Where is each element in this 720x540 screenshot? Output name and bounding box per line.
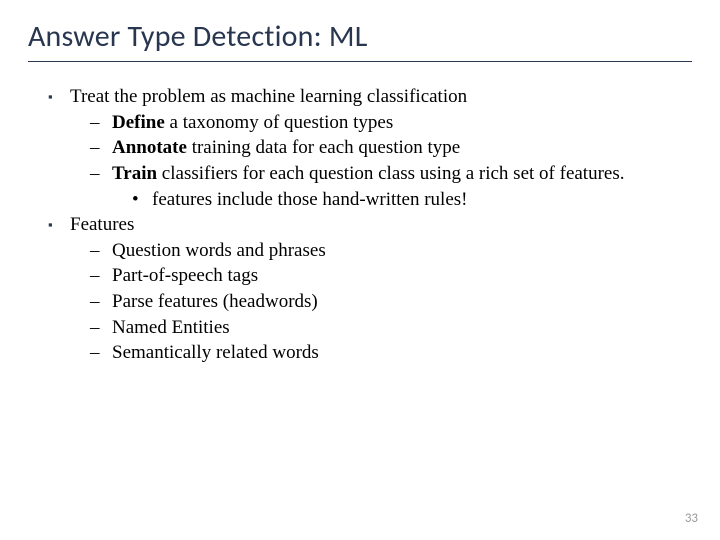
bullet-lvl2: – Semantically related words [34,340,692,366]
bullet-lvl2: – Parse features (headwords) [34,289,692,315]
bullet-lvl1: ▪ Treat the problem as machine learning … [34,84,692,110]
bullet-lvl2: – Train classifiers for each question cl… [34,161,692,187]
bullet-text: Features [70,212,692,238]
dot-bullet-icon: • [132,187,152,213]
dash-bullet-icon: – [90,110,112,136]
slide-body: ▪ Treat the problem as machine learning … [28,84,692,366]
square-bullet-icon: ▪ [48,84,70,110]
dash-bullet-icon: – [90,263,112,289]
dash-bullet-icon: – [90,340,112,366]
dash-bullet-icon: – [90,238,112,264]
bullet-lvl2: – Annotate training data for each questi… [34,135,692,161]
bullet-text: Train classifiers for each question clas… [112,161,692,187]
bullet-text: Define a taxonomy of question types [112,110,692,136]
bullet-text: Parse features (headwords) [112,289,692,315]
bullet-lvl1: ▪ Features [34,212,692,238]
bullet-text: Named Entities [112,315,692,341]
bullet-lvl2: – Part-of-speech tags [34,263,692,289]
bullet-lvl3: • features include those hand-written ru… [34,187,692,213]
bullet-lvl2: – Question words and phrases [34,238,692,264]
bullet-text: features include those hand-written rule… [152,187,692,213]
dash-bullet-icon: – [90,135,112,161]
dash-bullet-icon: – [90,289,112,315]
bullet-text: Semantically related words [112,340,692,366]
bullet-lvl2: – Named Entities [34,315,692,341]
page-number: 33 [685,511,698,526]
dash-bullet-icon: – [90,315,112,341]
slide-title: Answer Type Detection: ML [28,18,692,62]
bullet-text: Question words and phrases [112,238,692,264]
bullet-text: Part-of-speech tags [112,263,692,289]
bullet-text: Treat the problem as machine learning cl… [70,84,692,110]
square-bullet-icon: ▪ [48,212,70,238]
dash-bullet-icon: – [90,161,112,187]
bullet-lvl2: – Define a taxonomy of question types [34,110,692,136]
bullet-text: Annotate training data for each question… [112,135,692,161]
